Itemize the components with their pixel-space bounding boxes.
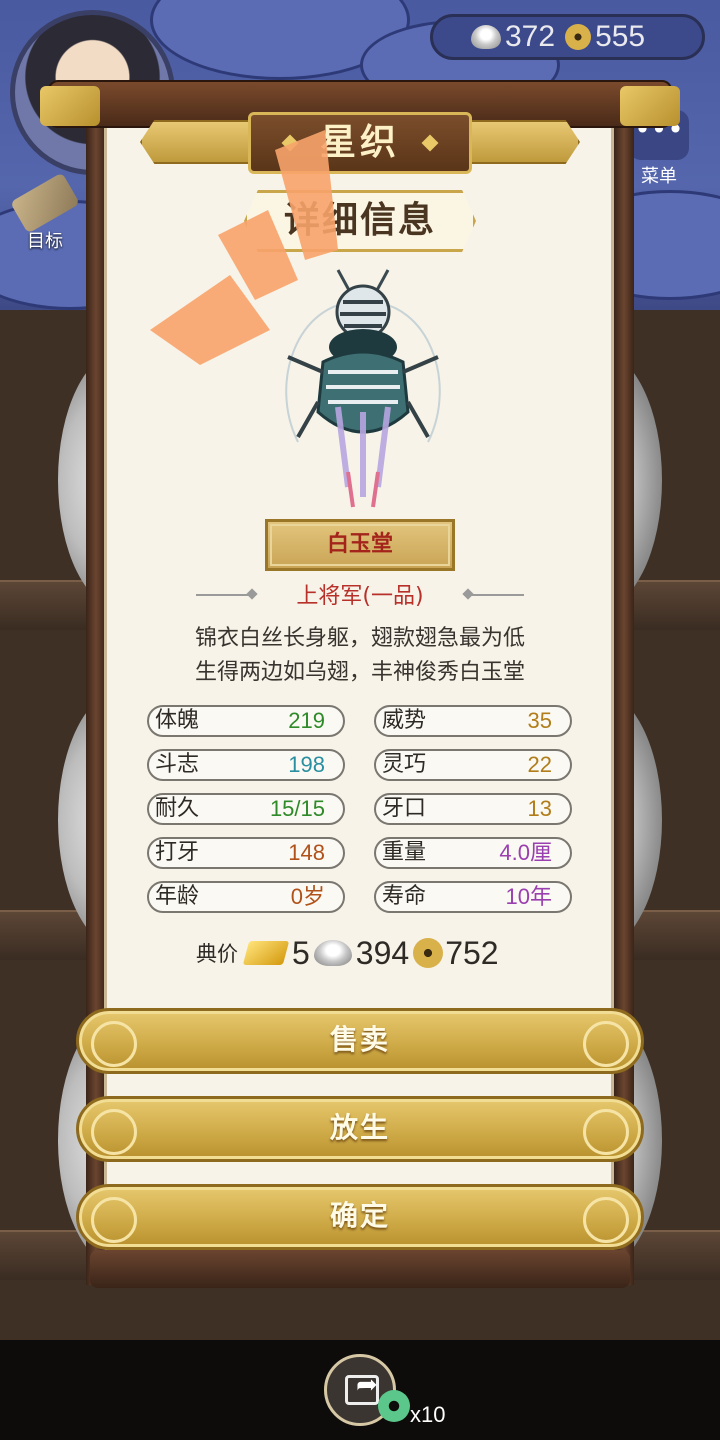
sell-button[interactable]: 售卖 (76, 1008, 644, 1074)
release-button[interactable]: 放生 (76, 1096, 644, 1162)
divider-ornament (466, 594, 524, 596)
stat-label: 打牙 (155, 840, 200, 865)
stat-value: 22 (527, 752, 552, 777)
stat-value: 10年 (505, 884, 552, 909)
copper-amount: 555 (595, 20, 646, 53)
stat-label: 威势 (382, 708, 427, 733)
stat-value: 148 (288, 840, 325, 865)
gold-bar-icon (242, 941, 290, 965)
stat-fighting-spirit: 斗志 198 (147, 749, 345, 781)
pawn-price: 典价 5 394 752 (196, 930, 526, 976)
cricket-rank: 上将军(一品) (296, 584, 424, 609)
stat-value: 219 (288, 708, 325, 733)
stat-physique: 体魄 219 (147, 705, 345, 737)
stat-value: 35 (527, 708, 552, 733)
stat-age: 年龄 0岁 (147, 881, 345, 913)
copper-coin-icon (413, 938, 444, 968)
stat-value: 13 (527, 796, 552, 821)
share-icon (345, 1370, 379, 1405)
price-gold: 5 (292, 934, 310, 971)
stat-might: 威势 35 (374, 705, 572, 737)
confirm-button[interactable]: 确定 (76, 1184, 644, 1250)
stat-label: 年龄 (155, 884, 200, 909)
price-silver: 394 (355, 934, 410, 971)
goal-button[interactable]: 目标 (10, 172, 80, 255)
stat-label: 灵巧 (382, 752, 427, 777)
stat-label: 体魄 (155, 708, 200, 733)
description-line: 生得两边如乌翅，丰神俊秀白玉堂 (194, 660, 525, 685)
price-label: 典价 (196, 942, 238, 966)
stat-value: 198 (288, 752, 325, 777)
stat-label: 耐久 (155, 796, 200, 821)
cricket-description: 锦衣白丝长身躯，翅款翅急最为低 生得两边如乌翅，丰神俊秀白玉堂 (140, 622, 580, 690)
stat-durability: 耐久 15/15 (147, 793, 345, 825)
jade-token-icon (378, 1390, 410, 1422)
stat-label: 斗志 (155, 752, 200, 777)
stat-weight: 重量 4.0厘 (374, 837, 572, 869)
currency-bar: 372 555 (430, 14, 705, 60)
goal-label: 目标 (27, 231, 63, 252)
stat-value: 4.0厘 (499, 840, 552, 865)
stat-agility: 灵巧 22 (374, 749, 572, 781)
scroll-frame-bottom (90, 1250, 630, 1288)
stat-label: 重量 (382, 840, 427, 865)
silver-amount: 372 (505, 20, 556, 53)
divider-ornament (196, 594, 254, 596)
price-copper: 752 (445, 934, 499, 971)
menu-label: 菜单 (641, 166, 677, 187)
stat-lifespan: 寿命 10年 (374, 881, 572, 913)
share-reward-count: x10 (410, 1402, 446, 1427)
cricket-illustration (285, 269, 441, 508)
description-line: 锦衣白丝长身躯，翅款翅急最为低 (194, 626, 525, 651)
title-ornament (460, 120, 580, 164)
stat-label: 牙口 (382, 796, 427, 821)
silver-ingot-icon (471, 25, 501, 49)
stat-label: 寿命 (382, 884, 427, 909)
stat-bite: 牙口 13 (374, 793, 572, 825)
copper-coin-icon (565, 24, 592, 50)
cricket-name-plate: 白玉堂 (265, 519, 455, 571)
silver-ingot-icon (313, 940, 352, 966)
stat-value: 15/15 (269, 796, 325, 821)
stat-attack: 打牙 148 (147, 837, 345, 869)
stat-value: 0岁 (290, 884, 325, 909)
